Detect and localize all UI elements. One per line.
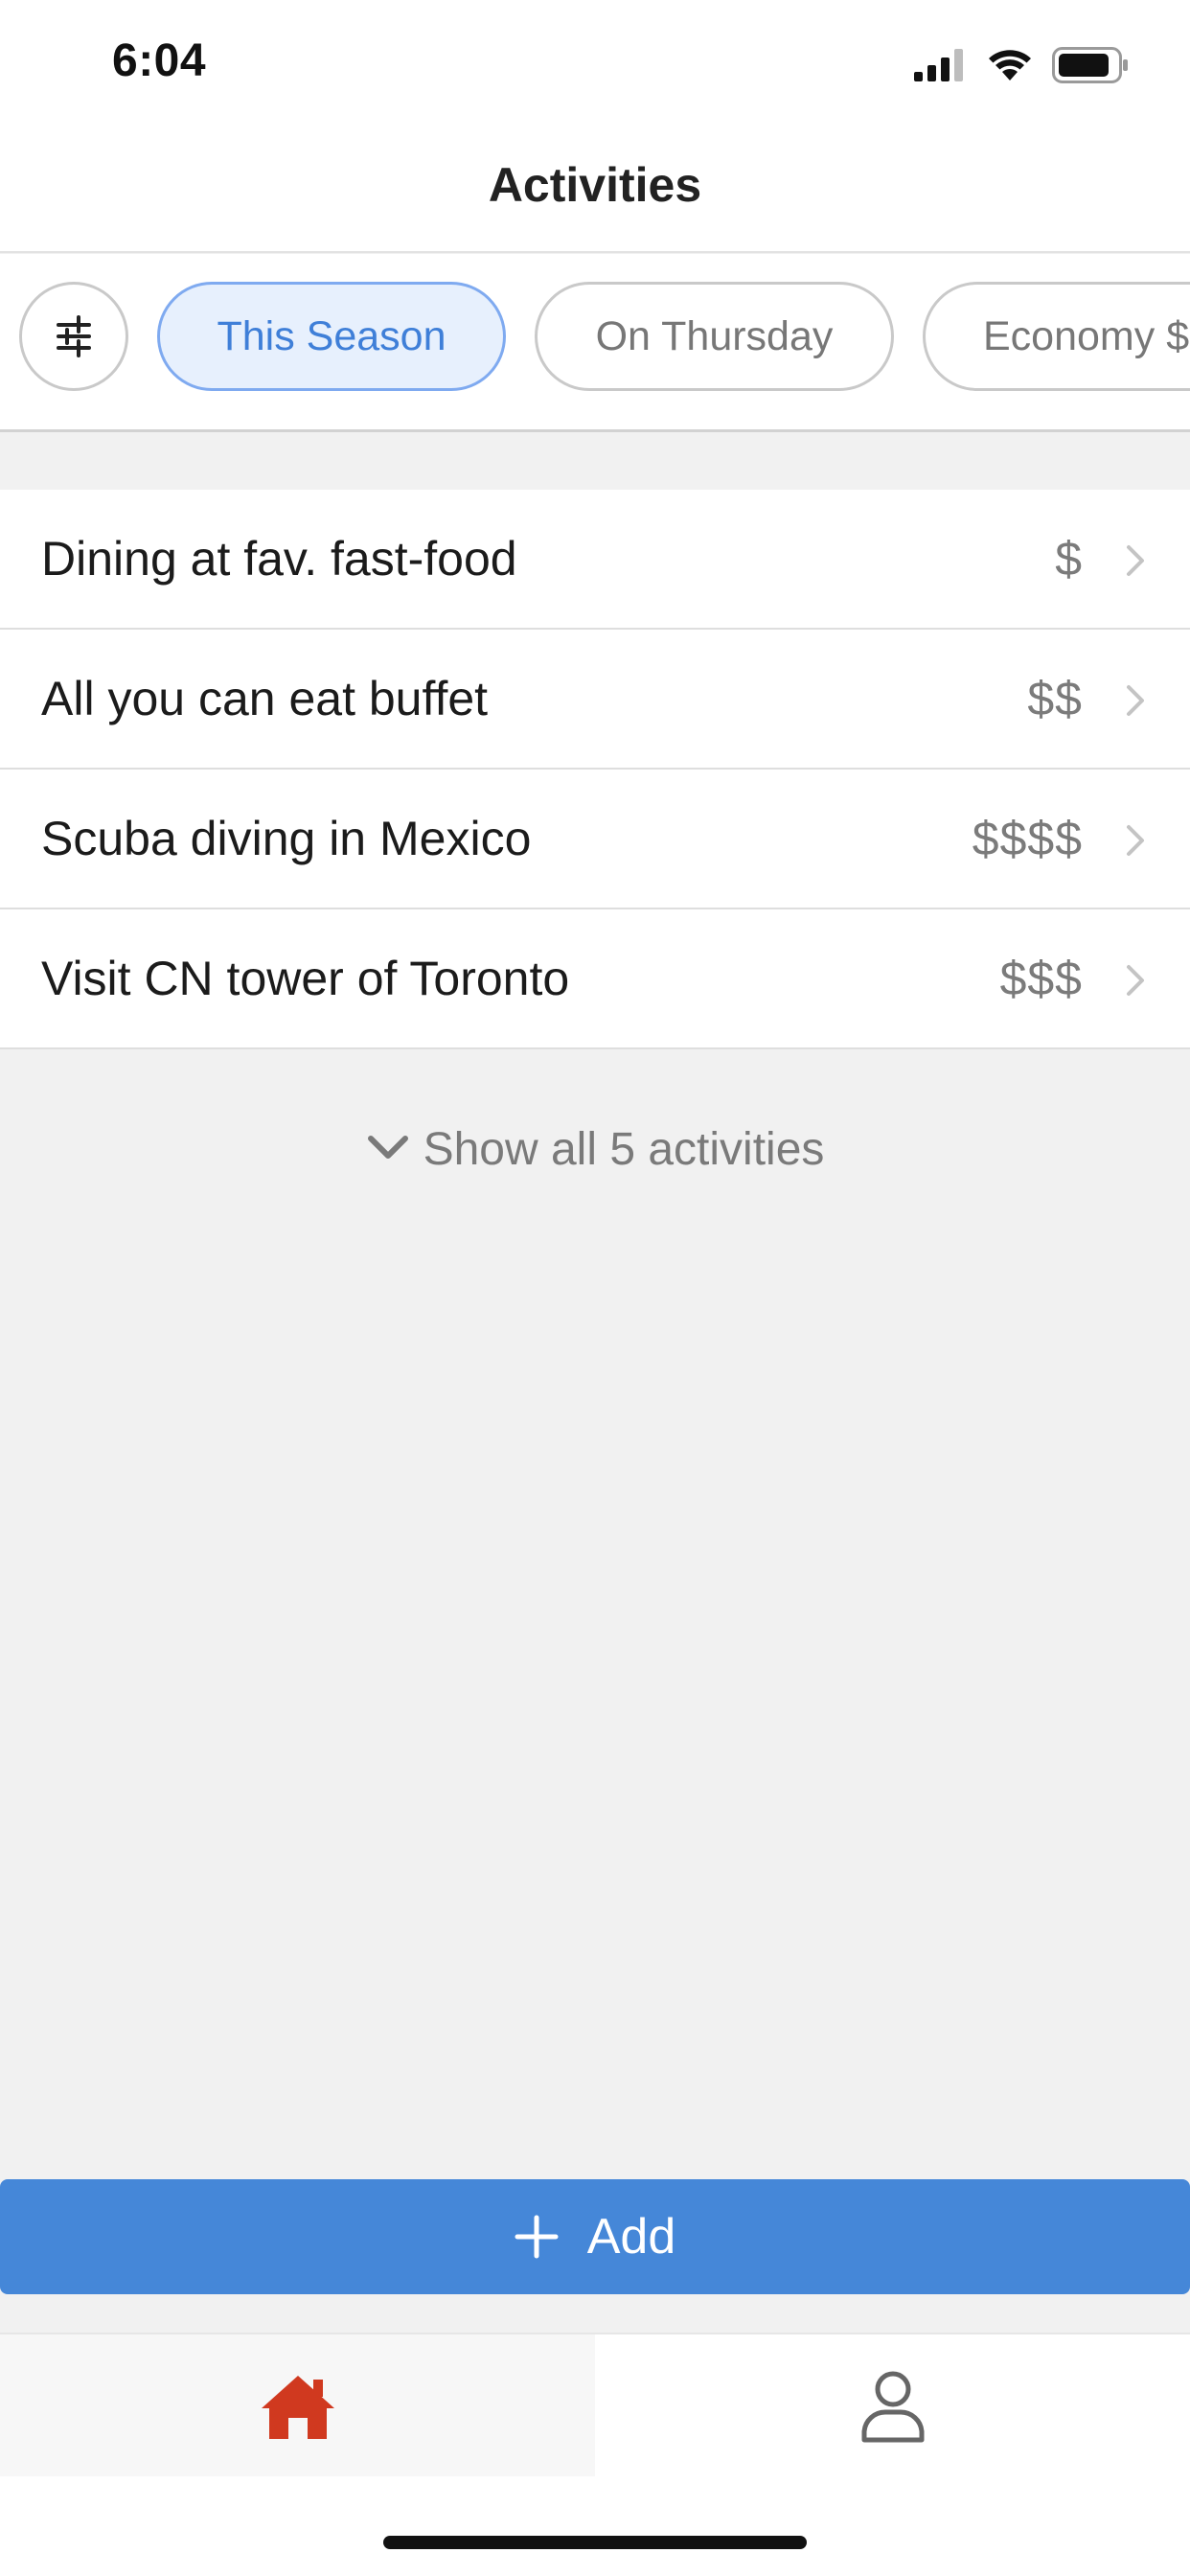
activity-title: Dining at fav. fast-food: [41, 532, 517, 586]
wifi-icon: [989, 50, 1031, 80]
nav-header: Activities: [0, 130, 1190, 253]
chevron-right-icon: [1127, 825, 1144, 856]
chevron-down-icon: [367, 1136, 408, 1160]
chip-on-thursday[interactable]: On Thursday: [535, 282, 894, 391]
activity-row[interactable]: Scuba diving in Mexico $$$$: [0, 770, 1190, 909]
chevron-right-icon: [1127, 685, 1144, 716]
activity-row[interactable]: All you can eat buffet $$: [0, 630, 1190, 770]
activity-title: All you can eat buffet: [41, 672, 489, 725]
activity-row[interactable]: Visit CN tower of Toronto $$$: [0, 909, 1190, 1049]
add-button[interactable]: Add: [0, 2179, 1190, 2294]
app-screen: 6:04 Activities This Season On Thursday …: [0, 0, 1190, 2576]
filter-settings-button[interactable]: [19, 282, 128, 391]
add-button-label: Add: [586, 2209, 676, 2265]
page-title: Activities: [488, 158, 702, 212]
filter-bar: This Season On Thursday Economy $: [0, 254, 1190, 432]
activity-title: Visit CN tower of Toronto: [41, 952, 570, 1005]
activity-title: Scuba diving in Mexico: [41, 812, 532, 865]
chip-economy[interactable]: Economy $: [923, 282, 1190, 391]
status-icons: [914, 44, 1129, 86]
show-all-button[interactable]: Show all 5 activities: [0, 1123, 1190, 1176]
activity-price: $$: [1027, 672, 1083, 725]
activity-price: $$$: [999, 952, 1083, 1005]
home-indicator[interactable]: [383, 2536, 807, 2549]
tab-profile[interactable]: [595, 2334, 1190, 2478]
user-icon: [861, 2371, 924, 2443]
activity-list: Dining at fav. fast-food $ All you can e…: [0, 490, 1190, 1049]
tab-bar: [0, 2333, 1190, 2478]
plus-icon: [515, 2215, 559, 2259]
signal-icon: [914, 49, 963, 81]
status-bar: 6:04: [0, 0, 1190, 130]
activity-price: $$$$: [972, 812, 1083, 865]
chevron-right-icon: [1127, 545, 1144, 576]
battery-icon: [1052, 47, 1128, 83]
home-icon: [261, 2376, 334, 2439]
activity-price: $: [1055, 532, 1083, 586]
tab-home[interactable]: [0, 2334, 595, 2478]
home-indicator-area: [0, 2476, 1190, 2576]
chip-this-season[interactable]: This Season: [157, 282, 506, 391]
sliders-icon: [57, 315, 91, 357]
show-all-label: Show all 5 activities: [423, 1124, 825, 1175]
activity-row[interactable]: Dining at fav. fast-food $: [0, 490, 1190, 630]
status-time: 6:04: [112, 35, 207, 86]
chevron-right-icon: [1127, 965, 1144, 996]
